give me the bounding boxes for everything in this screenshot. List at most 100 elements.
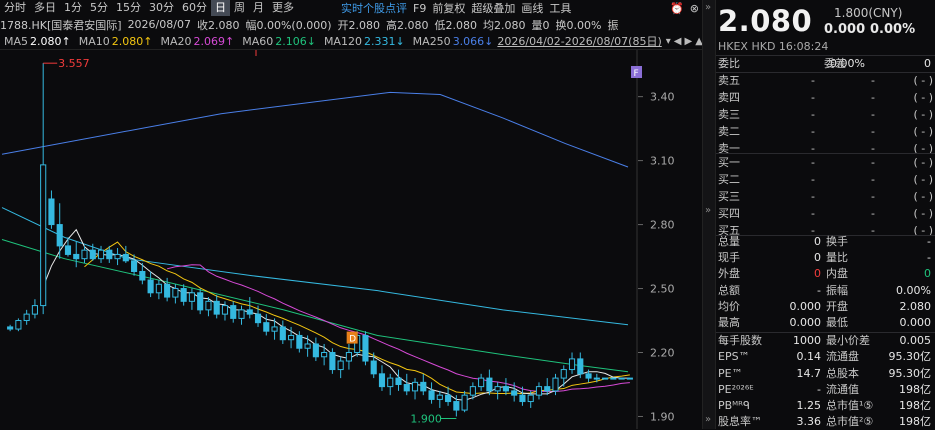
stat-label: 均价 <box>718 299 740 313</box>
candle-body <box>461 394 468 411</box>
candle-body <box>23 313 30 322</box>
ask-price: - <box>811 125 815 138</box>
candle-body <box>15 320 22 330</box>
period-tab[interactable]: 1分 <box>60 0 86 16</box>
stat-label: 外盘 <box>718 267 740 281</box>
bid-level-label: 买三 <box>718 190 740 203</box>
quote-row: 外盘 0 内盘 0 <box>716 266 935 282</box>
period-tab[interactable]: 60分 <box>178 0 211 16</box>
y-tick-label: 2.20 <box>650 347 675 360</box>
candle-body <box>288 334 295 341</box>
candle-body <box>254 313 262 324</box>
date-range[interactable]: 2026/04/02-2026/08/07(85日) <box>497 33 661 49</box>
quote-row: 买二 - - ( - ) <box>716 172 935 188</box>
toolbar-link[interactable]: F9 <box>410 2 429 15</box>
candle-body <box>97 249 105 260</box>
quote-row: 卖三 - - ( - ) <box>716 107 935 123</box>
y-tick-label: 1.90 <box>650 410 675 423</box>
stat-label: 开盘 <box>826 299 848 313</box>
period-tab[interactable]: 5分 <box>86 0 112 16</box>
quote-row: 买四 - - ( - ) <box>716 206 935 222</box>
candle-body <box>362 334 369 362</box>
period-tab[interactable]: 15分 <box>112 0 145 16</box>
period-tab[interactable]: 30分 <box>145 0 178 16</box>
candle-body <box>527 394 534 403</box>
period-tab[interactable]: 月 <box>249 0 268 16</box>
candle-body <box>48 198 55 226</box>
quote-row: 总额 - 振幅 0.00% <box>716 283 935 299</box>
candle-body <box>73 253 80 260</box>
quote-row: 最高 0.000 最低 0.000 <box>716 315 935 331</box>
expand-arrow-icon[interactable]: » <box>705 414 711 425</box>
toolbar-link[interactable]: 实时个股点评 <box>338 0 410 16</box>
exchange-info: HKEX HKD 16:08:24 <box>718 40 829 53</box>
period-tab[interactable]: 周 <box>230 0 249 16</box>
y-tick-label: 2.50 <box>650 283 675 296</box>
candle-body <box>519 394 526 403</box>
candle-body <box>436 394 443 400</box>
y-tick-label: 2.80 <box>650 219 675 232</box>
candle-body <box>7 326 14 330</box>
bid-level-label: 买四 <box>718 207 740 220</box>
candle-body <box>420 381 427 392</box>
ma-label: MA120 <box>323 34 362 48</box>
quote-row: 委比 0.00% 委差 0 <box>716 56 935 72</box>
stat-label: 流通盘 <box>826 350 859 364</box>
candle-body <box>445 394 452 403</box>
ma-value: 3.066↓ <box>452 34 494 48</box>
candlestick-chart[interactable]: 3.40 3.10 2.80 2.50 2.20 1.90 3.557 1.900 F D <box>0 50 702 429</box>
stat-value: 0.000 <box>899 316 932 329</box>
alarm-icon[interactable]: ⏰ <box>667 2 687 15</box>
ask-level-label: 卖三 <box>718 108 740 121</box>
quote-row: 总量 0 换手 - <box>716 234 935 250</box>
candle-body <box>155 283 162 294</box>
candle-body <box>238 309 245 319</box>
info-amplitude: 幅0.00%(0.000) <box>245 18 332 32</box>
candle-body <box>370 360 377 375</box>
stat-value: 198亿 <box>899 382 931 396</box>
stat-label: 最小价差 <box>826 334 870 348</box>
expand-arrow-icon[interactable]: » <box>705 2 711 13</box>
period-tab[interactable]: 分时 <box>0 0 30 16</box>
candle-body <box>114 253 121 260</box>
candle-body <box>164 283 171 298</box>
stat-value: 0.005 <box>899 334 932 348</box>
candle-body <box>378 373 386 388</box>
expand-arrow-icon[interactable]: » <box>705 205 711 216</box>
period-tab[interactable]: 更多 <box>268 0 298 16</box>
toolbar-link[interactable]: 画线 <box>518 0 546 16</box>
candle-body <box>40 164 47 307</box>
close-icon[interactable]: ⊗ <box>687 2 702 15</box>
toolbar-link[interactable]: 超级叠加 <box>468 0 518 16</box>
ask-price: - <box>811 74 815 87</box>
period-toolbar: 分时 多日 1分 5分 15分 30分 60分日周月更多 实时个股点评 F9 前复权 超级叠加 画线工… <box>0 0 702 16</box>
chart-nav-icon[interactable]: ▾ <box>666 36 671 47</box>
candle-body <box>494 386 501 392</box>
info-close: 收2.080 <box>196 18 240 32</box>
ma-value: 2.331↓ <box>363 34 405 48</box>
period-tab[interactable]: 日 <box>211 0 230 16</box>
ask-count: ( - ) <box>913 108 933 121</box>
weicha-value: 0 <box>924 57 931 70</box>
stat-value: 3.36 <box>796 415 822 429</box>
d-badge-label: D <box>349 335 356 345</box>
toolbar-link[interactable]: 工具 <box>546 0 574 16</box>
bid-count: ( - ) <box>913 173 933 186</box>
quote-row: PBᴹᴿᑫ 1.25 总市值¹⑤ 198亿 <box>716 398 935 414</box>
ask-volume: - <box>871 74 875 87</box>
candle-body <box>147 279 154 294</box>
price-change-pct: 0.00% <box>870 22 916 37</box>
candle-body <box>453 401 460 411</box>
panel-divider[interactable]: » » » <box>702 0 716 429</box>
toolbar-link[interactable]: 前复权 <box>429 0 468 16</box>
quote-row: 股息率™ 3.36 总市值²⑤ 198亿 <box>716 414 935 430</box>
period-tab[interactable]: 多日 <box>30 0 60 16</box>
chart-nav-icon[interactable]: ◀ <box>674 36 682 47</box>
chart-nav-icon[interactable]: ▶ <box>685 36 693 47</box>
stat-value: 198亿 <box>899 399 931 412</box>
candle-body <box>131 260 138 272</box>
candle-body <box>106 249 113 260</box>
quote-row: PE™ 14.7 总股本 95.30亿 <box>716 366 935 382</box>
stat-label: 总股本 <box>826 366 859 380</box>
stock-code[interactable]: 1788.HK[国泰君安国际] <box>0 17 122 33</box>
